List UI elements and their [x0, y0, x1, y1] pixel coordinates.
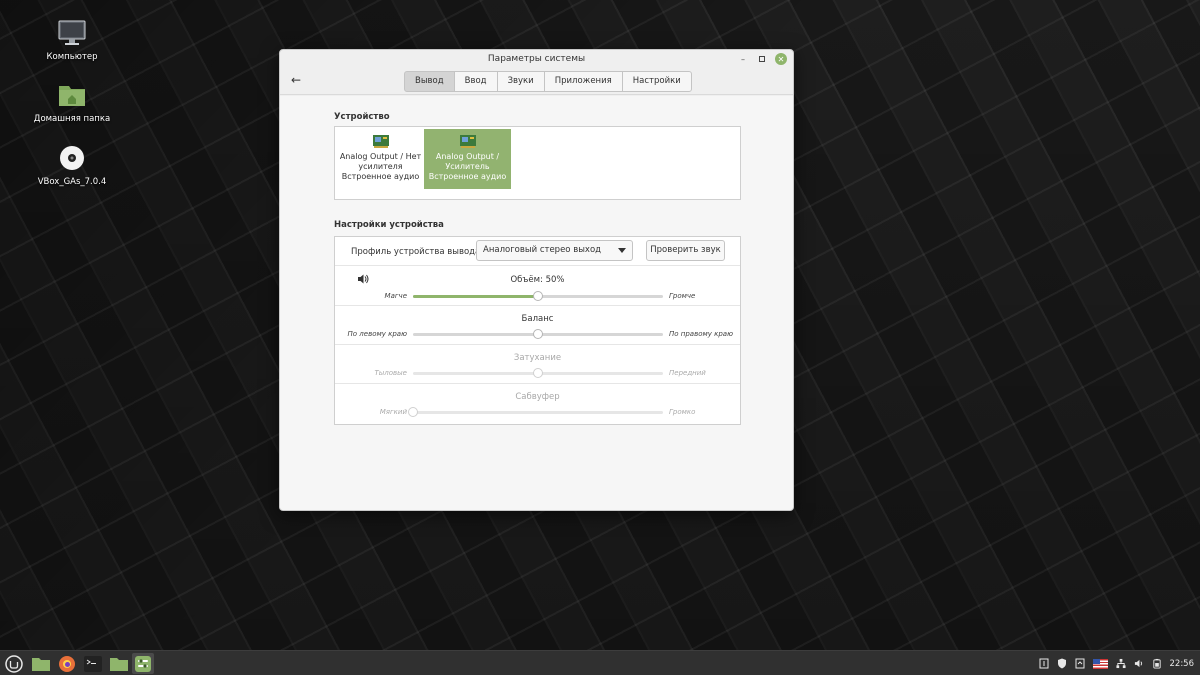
- battery-icon[interactable]: [1152, 658, 1162, 669]
- profile-row: Профиль устройства вывода Аналоговый сте…: [335, 237, 740, 266]
- balance-left-label: По левому краю: [347, 330, 407, 338]
- device-name-line2: Усилитель: [445, 162, 490, 171]
- tab-input[interactable]: Ввод: [453, 71, 498, 92]
- folder-icon: [32, 657, 50, 671]
- fade-rear-label: Тыловые: [374, 369, 407, 377]
- close-button[interactable]: ✕: [775, 53, 787, 65]
- files-icon: [110, 657, 128, 671]
- subwoofer-slider-knob: [408, 407, 418, 417]
- firefox-icon: [59, 655, 75, 672]
- desktop-icon-home[interactable]: Домашняя папка: [22, 80, 122, 124]
- desktop-icon-label: Компьютер: [46, 52, 98, 62]
- subwoofer-slider: [408, 407, 663, 417]
- fade-row: Затухание Тыловые Передний: [335, 345, 740, 384]
- balance-slider-knob[interactable]: [533, 329, 543, 339]
- subwoofer-title: Сабвуфер: [515, 392, 560, 402]
- sound-card-icon: [372, 135, 389, 148]
- flag-canton: [1092, 658, 1100, 665]
- dropdown-arrow-icon: [618, 248, 626, 253]
- window-title: Параметры системы: [487, 54, 586, 64]
- desktop-icon-label: VBox_GAs_7.0.4: [37, 177, 107, 187]
- fade-slider: [413, 368, 663, 378]
- taskbar-firefox[interactable]: [56, 653, 78, 674]
- terminal-icon: [84, 655, 102, 672]
- sound-settings-window: Параметры системы – ✕ ← Вывод Ввод Звуки…: [279, 49, 794, 511]
- device-name-line2: усилителя: [358, 162, 403, 171]
- close-icon: ✕: [777, 54, 785, 64]
- output-panel: Устройство Analog Output / Нет усилителя…: [280, 96, 793, 510]
- desktop-icon-vbox[interactable]: VBox_GAs_7.0.4: [22, 143, 122, 187]
- device-name-line1: Analog Output /: [435, 152, 500, 161]
- profile-select-value: Аналоговый стерео выход: [483, 245, 602, 255]
- device-settings: Профиль устройства вывода Аналоговый сте…: [334, 236, 741, 425]
- device-amplifier[interactable]: Analog Output / Усилитель Встроенное ауд…: [424, 129, 511, 189]
- volume-slider[interactable]: [413, 291, 663, 301]
- device-no-amplifier[interactable]: Analog Output / Нет усилителя Встроенное…: [337, 129, 424, 189]
- device-name-line3: Встроенное аудио: [428, 172, 507, 181]
- settings-app-icon: [135, 655, 151, 672]
- back-arrow-icon: ←: [290, 73, 302, 87]
- balance-row: Баланс По левому краю По правому краю: [335, 306, 740, 345]
- computer-icon: [58, 20, 86, 45]
- desktop-icon-computer[interactable]: Компьютер: [22, 18, 122, 62]
- volume-tray-icon[interactable]: [1134, 659, 1144, 669]
- balance-title: Баланс: [521, 314, 554, 324]
- volume-row: Объём: 50% Магче Громче: [335, 266, 740, 306]
- device-name-line1: Analog Output / Нет: [339, 152, 422, 161]
- fade-title: Затухание: [513, 353, 562, 363]
- taskbar-files[interactable]: [108, 653, 130, 674]
- settings-section-title: Настройки устройства: [334, 220, 444, 230]
- taskbar-settings-window[interactable]: [132, 653, 154, 674]
- subwoofer-loud-label: Громко: [669, 408, 696, 416]
- sound-card-icon: [459, 135, 476, 148]
- balance-right-label: По правому краю: [669, 330, 733, 338]
- tab-bar: Вывод Ввод Звуки Приложения Настройки: [404, 71, 692, 92]
- system-tray: 22:56: [1039, 651, 1195, 675]
- taskbar-terminal[interactable]: [82, 653, 104, 674]
- fade-front-label: Передний: [669, 369, 706, 377]
- desktop-icon-label: Домашняя папка: [33, 114, 111, 124]
- tab-settings[interactable]: Настройки: [621, 71, 692, 92]
- device-list: Analog Output / Нет усилителя Встроенное…: [334, 126, 741, 200]
- volume-slider-knob[interactable]: [533, 291, 543, 301]
- subwoofer-row: Сабвуфер Мягкий Громко: [335, 384, 740, 425]
- maximize-button[interactable]: [756, 53, 768, 65]
- window-toolbar: ← Вывод Ввод Звуки Приложения Настройки: [280, 69, 793, 95]
- keyboard-layout-flag-icon[interactable]: [1092, 658, 1108, 669]
- update-manager-icon[interactable]: [1075, 658, 1085, 669]
- profile-label: Профиль устройства вывода: [351, 247, 481, 257]
- fade-slider-knob: [533, 368, 543, 378]
- minimize-button[interactable]: –: [737, 53, 749, 65]
- menu-button[interactable]: [3, 653, 25, 674]
- shield-icon[interactable]: [1057, 658, 1067, 669]
- mint-menu-icon: [5, 654, 23, 673]
- window-titlebar[interactable]: Параметры системы – ✕: [280, 50, 793, 69]
- clipboard-icon[interactable]: [1039, 658, 1049, 669]
- profile-select[interactable]: Аналоговый стерео выход: [476, 240, 633, 261]
- clock[interactable]: 22:56: [1170, 659, 1195, 669]
- disc-icon: [60, 146, 84, 170]
- home-folder-icon: [59, 86, 85, 106]
- network-icon[interactable]: [1115, 658, 1126, 669]
- volume-title: Объём: 50%: [510, 275, 565, 285]
- minimize-icon: –: [741, 54, 745, 64]
- device-name-line3: Встроенное аудио: [341, 172, 420, 181]
- balance-slider[interactable]: [413, 329, 663, 339]
- subwoofer-soft-label: Мягкий: [379, 408, 407, 416]
- device-section-title: Устройство: [334, 112, 390, 122]
- maximize-icon: [759, 56, 765, 62]
- volume-slider-fill: [413, 295, 538, 298]
- taskbar-show-desktop[interactable]: [30, 653, 52, 674]
- test-sound-button[interactable]: Проверить звук: [646, 240, 725, 261]
- back-button[interactable]: ←: [288, 72, 304, 88]
- tab-sounds[interactable]: Звуки: [496, 71, 545, 92]
- volume-min-label: Магче: [384, 292, 407, 300]
- taskbar: 22:56: [0, 650, 1200, 675]
- volume-max-label: Громче: [669, 292, 696, 300]
- tab-applications[interactable]: Приложения: [543, 71, 623, 92]
- tab-output[interactable]: Вывод: [404, 71, 455, 92]
